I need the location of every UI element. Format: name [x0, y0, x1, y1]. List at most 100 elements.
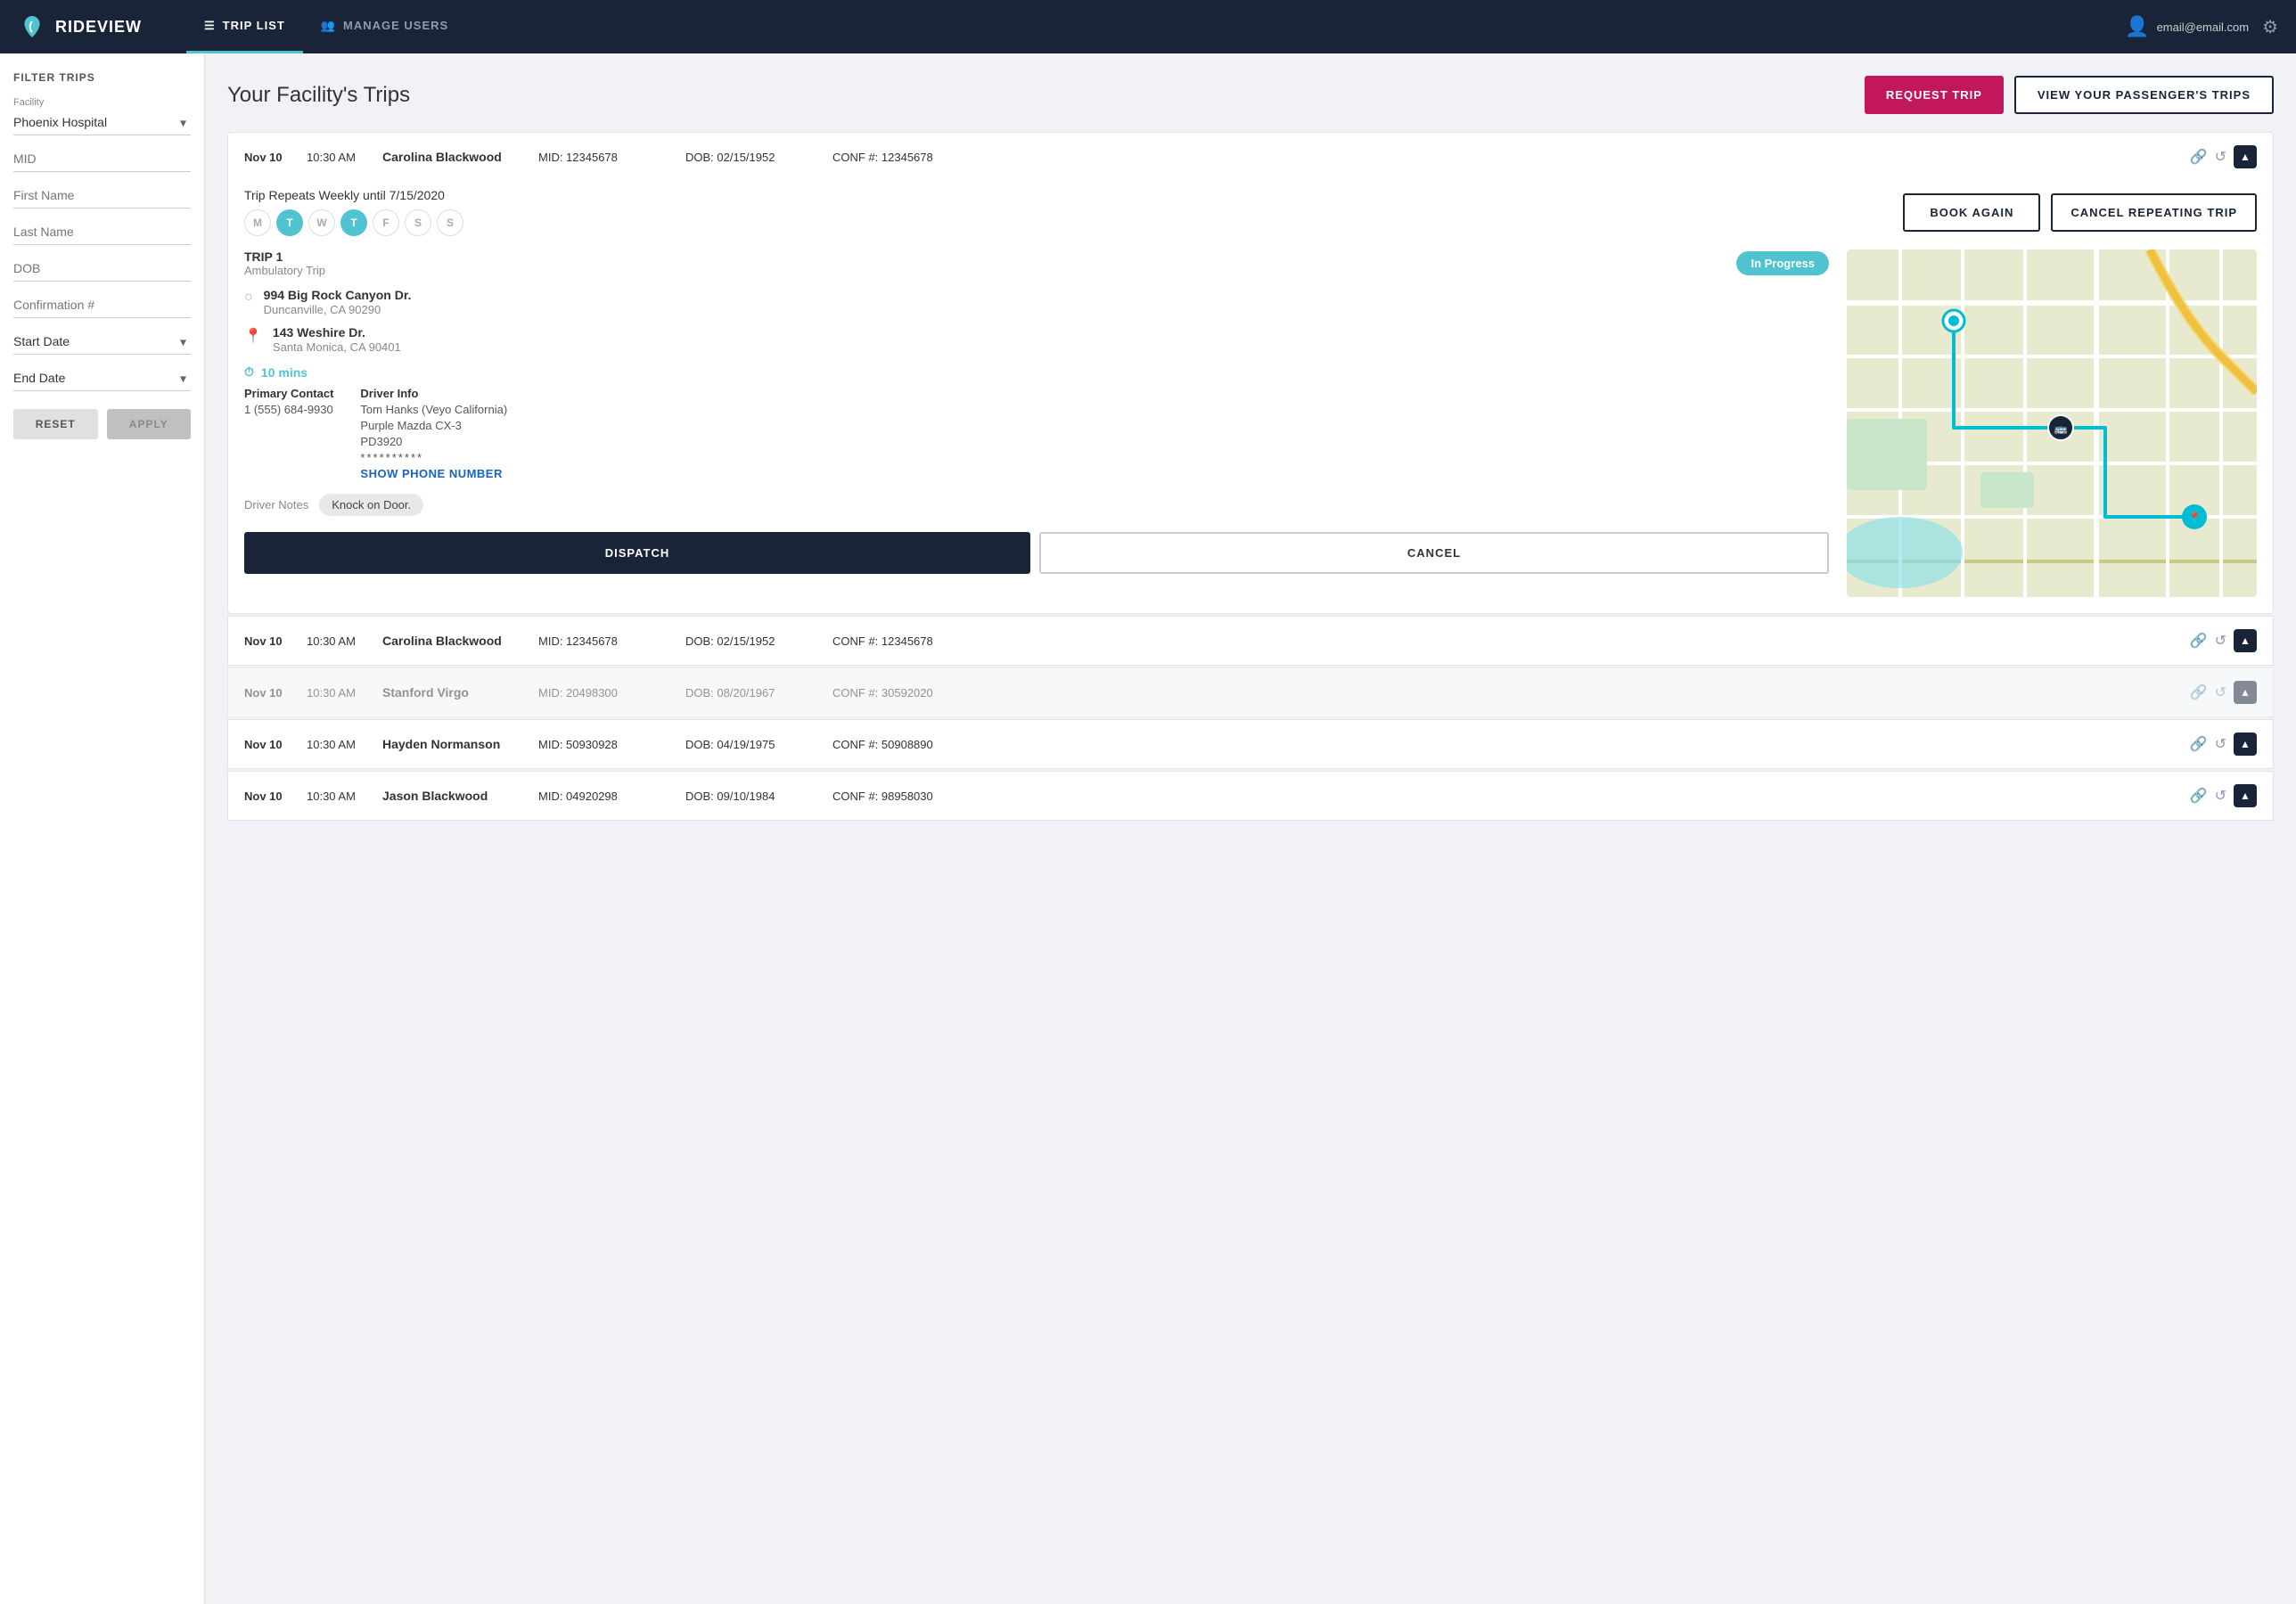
- trip-action-buttons: DISPATCH CANCEL: [244, 532, 1829, 574]
- expand-icon[interactable]: ▲: [2234, 629, 2257, 652]
- trip-addresses: ○ 994 Big Rock Canyon Dr. Duncanville, C…: [244, 288, 1829, 354]
- dob-input[interactable]: [13, 256, 191, 282]
- trip-header-left: TRIP 1 Ambulatory Trip: [244, 250, 325, 277]
- trip-conf: CONF #: 12345678: [832, 151, 2177, 164]
- trip-card-expanded: Nov 10 10:30 AM Carolina Blackwood MID: …: [227, 132, 2274, 614]
- filter-facility: Facility Phoenix Hospital: [13, 97, 191, 135]
- filter-start-date[interactable]: Start Date: [13, 329, 191, 355]
- book-again-button[interactable]: BOOK AGAIN: [1903, 193, 2040, 232]
- map-svg: 🚌 📍: [1847, 250, 2257, 597]
- app-body: FILTER TRIPS Facility Phoenix Hospital: [0, 53, 2296, 1604]
- trip-info: TRIP 1 Ambulatory Trip In Progress ○ 994…: [244, 250, 1829, 597]
- end-date-select[interactable]: End Date: [13, 365, 191, 391]
- trip-time: 10:30 AM: [307, 151, 369, 164]
- repeat-icon[interactable]: ↺: [2215, 735, 2226, 753]
- day-pill-m: M: [244, 209, 271, 236]
- apply-button[interactable]: APPLY: [107, 409, 192, 439]
- cancel-trip-button[interactable]: CANCEL: [1039, 532, 1829, 574]
- link-icon[interactable]: 🔗: [2190, 787, 2208, 805]
- link-icon[interactable]: 🔗: [2190, 683, 2208, 701]
- trip-list-row[interactable]: Nov 10 10:30 AM Hayden Normanson MID: 50…: [227, 719, 2274, 769]
- collapse-icon[interactable]: ▲: [2234, 145, 2257, 168]
- repeat-icon[interactable]: ↺: [2215, 683, 2226, 701]
- day-pill-s: S: [405, 209, 431, 236]
- settings-icon[interactable]: ⚙: [2262, 16, 2278, 38]
- trip-row-icons: 🔗 ↺ ▲: [2190, 681, 2257, 704]
- trip-row-icons: 🔗 ↺ ▲: [2190, 629, 2257, 652]
- show-phone-link[interactable]: SHOW PHONE NUMBER: [360, 467, 507, 480]
- svg-text:📍: 📍: [2188, 511, 2202, 524]
- pickup-row: ○ 994 Big Rock Canyon Dr. Duncanville, C…: [244, 288, 1829, 316]
- link-icon[interactable]: 🔗: [2190, 632, 2208, 650]
- svg-text:🚌: 🚌: [2054, 422, 2068, 435]
- repeating-header: Trip Repeats Weekly until 7/15/2020 MTWT…: [244, 181, 2257, 236]
- day-pills: MTWTFSS: [244, 209, 463, 236]
- trip-row-icons: 🔗 ↺ ▲: [2190, 784, 2257, 807]
- end-date-wrapper[interactable]: End Date: [13, 365, 191, 391]
- day-pill-s: S: [437, 209, 463, 236]
- clock-icon: ⏱: [244, 364, 254, 380]
- trip-number: TRIP 1: [244, 250, 325, 264]
- expand-icon[interactable]: ▲: [2234, 732, 2257, 756]
- trip-dob: DOB: 02/15/1952: [685, 634, 819, 648]
- trip-mid: MID: 50930928: [538, 738, 672, 751]
- link-icon[interactable]: 🔗: [2190, 148, 2208, 166]
- last-name-input[interactable]: [13, 219, 191, 245]
- trip-list-row[interactable]: Nov 10 10:30 AM Carolina Blackwood MID: …: [227, 616, 2274, 666]
- day-pill-t: T: [340, 209, 367, 236]
- users-icon: 👥: [321, 19, 336, 33]
- trip-row-header[interactable]: Nov 10 10:30 AM Carolina Blackwood MID: …: [228, 133, 2273, 181]
- facility-select[interactable]: Phoenix Hospital: [13, 110, 191, 135]
- repeat-icon[interactable]: ↺: [2215, 787, 2226, 805]
- trip-mid: MID: 12345678: [538, 151, 672, 164]
- trip-mid: MID: 04920298: [538, 790, 672, 803]
- dropoff-icon: 📍: [244, 327, 262, 345]
- nav-manage-users[interactable]: 👥 MANAGE USERS: [303, 0, 466, 53]
- trip-time: 10:30 AM: [307, 634, 369, 648]
- trip-time: 10:30 AM: [307, 738, 369, 751]
- sidebar-title: FILTER TRIPS: [13, 71, 191, 84]
- trip-dob: DOB: 08/20/1967: [685, 686, 819, 700]
- link-icon[interactable]: 🔗: [2190, 735, 2208, 753]
- filter-last-name[interactable]: [13, 219, 191, 245]
- trip-name: Carolina Blackwood: [382, 150, 525, 164]
- filter-first-name[interactable]: [13, 183, 191, 209]
- expand-icon[interactable]: ▲: [2234, 681, 2257, 704]
- view-passenger-button[interactable]: VIEW YOUR PASSENGER'S TRIPS: [2014, 76, 2274, 114]
- trip-time: 10:30 AM: [307, 686, 369, 700]
- filter-confirmation[interactable]: [13, 292, 191, 318]
- trip-date: Nov 10: [244, 686, 293, 700]
- reset-button[interactable]: RESET: [13, 409, 98, 439]
- trip-date: Nov 10: [244, 634, 293, 648]
- repeat-icon[interactable]: ↺: [2215, 632, 2226, 650]
- trip-conf: CONF #: 98958030: [832, 790, 2177, 803]
- trip-list-row[interactable]: Nov 10 10:30 AM Jason Blackwood MID: 049…: [227, 771, 2274, 821]
- dispatch-button[interactable]: DISPATCH: [244, 532, 1030, 574]
- nav-user: 👤 email@email.com: [2125, 15, 2249, 38]
- trip-dob: DOB: 02/15/1952: [685, 151, 819, 164]
- start-date-select[interactable]: Start Date: [13, 329, 191, 355]
- facility-select-wrapper[interactable]: Phoenix Hospital: [13, 110, 191, 135]
- start-date-wrapper[interactable]: Start Date: [13, 329, 191, 355]
- header-buttons: REQUEST TRIP VIEW YOUR PASSENGER'S TRIPS: [1865, 76, 2274, 114]
- contact-primary: Primary Contact 1 (555) 684-9930: [244, 387, 333, 480]
- filter-mid[interactable]: [13, 146, 191, 172]
- repeating-text: Trip Repeats Weekly until 7/15/2020: [244, 188, 463, 202]
- pickup-address: 994 Big Rock Canyon Dr. Duncanville, CA …: [264, 288, 412, 316]
- filter-end-date[interactable]: End Date: [13, 365, 191, 391]
- trip-dob: DOB: 09/10/1984: [685, 790, 819, 803]
- trip-duration: ⏱ 10 mins: [244, 364, 1829, 380]
- request-trip-button[interactable]: REQUEST TRIP: [1865, 76, 2004, 114]
- cancel-repeating-button[interactable]: CANCEL REPEATING TRIP: [2051, 193, 2257, 232]
- trip-list-row[interactable]: Nov 10 10:30 AM Stanford Virgo MID: 2049…: [227, 667, 2274, 717]
- trip-conf: CONF #: 12345678: [832, 634, 2177, 648]
- expand-icon[interactable]: ▲: [2234, 784, 2257, 807]
- day-pill-w: W: [308, 209, 335, 236]
- confirmation-input[interactable]: [13, 292, 191, 318]
- avatar-icon: 👤: [2125, 15, 2149, 38]
- filter-dob[interactable]: [13, 256, 191, 282]
- mid-input[interactable]: [13, 146, 191, 172]
- first-name-input[interactable]: [13, 183, 191, 209]
- repeat-icon[interactable]: ↺: [2215, 148, 2226, 166]
- nav-trip-list[interactable]: ☰ TRIP LIST: [186, 0, 303, 53]
